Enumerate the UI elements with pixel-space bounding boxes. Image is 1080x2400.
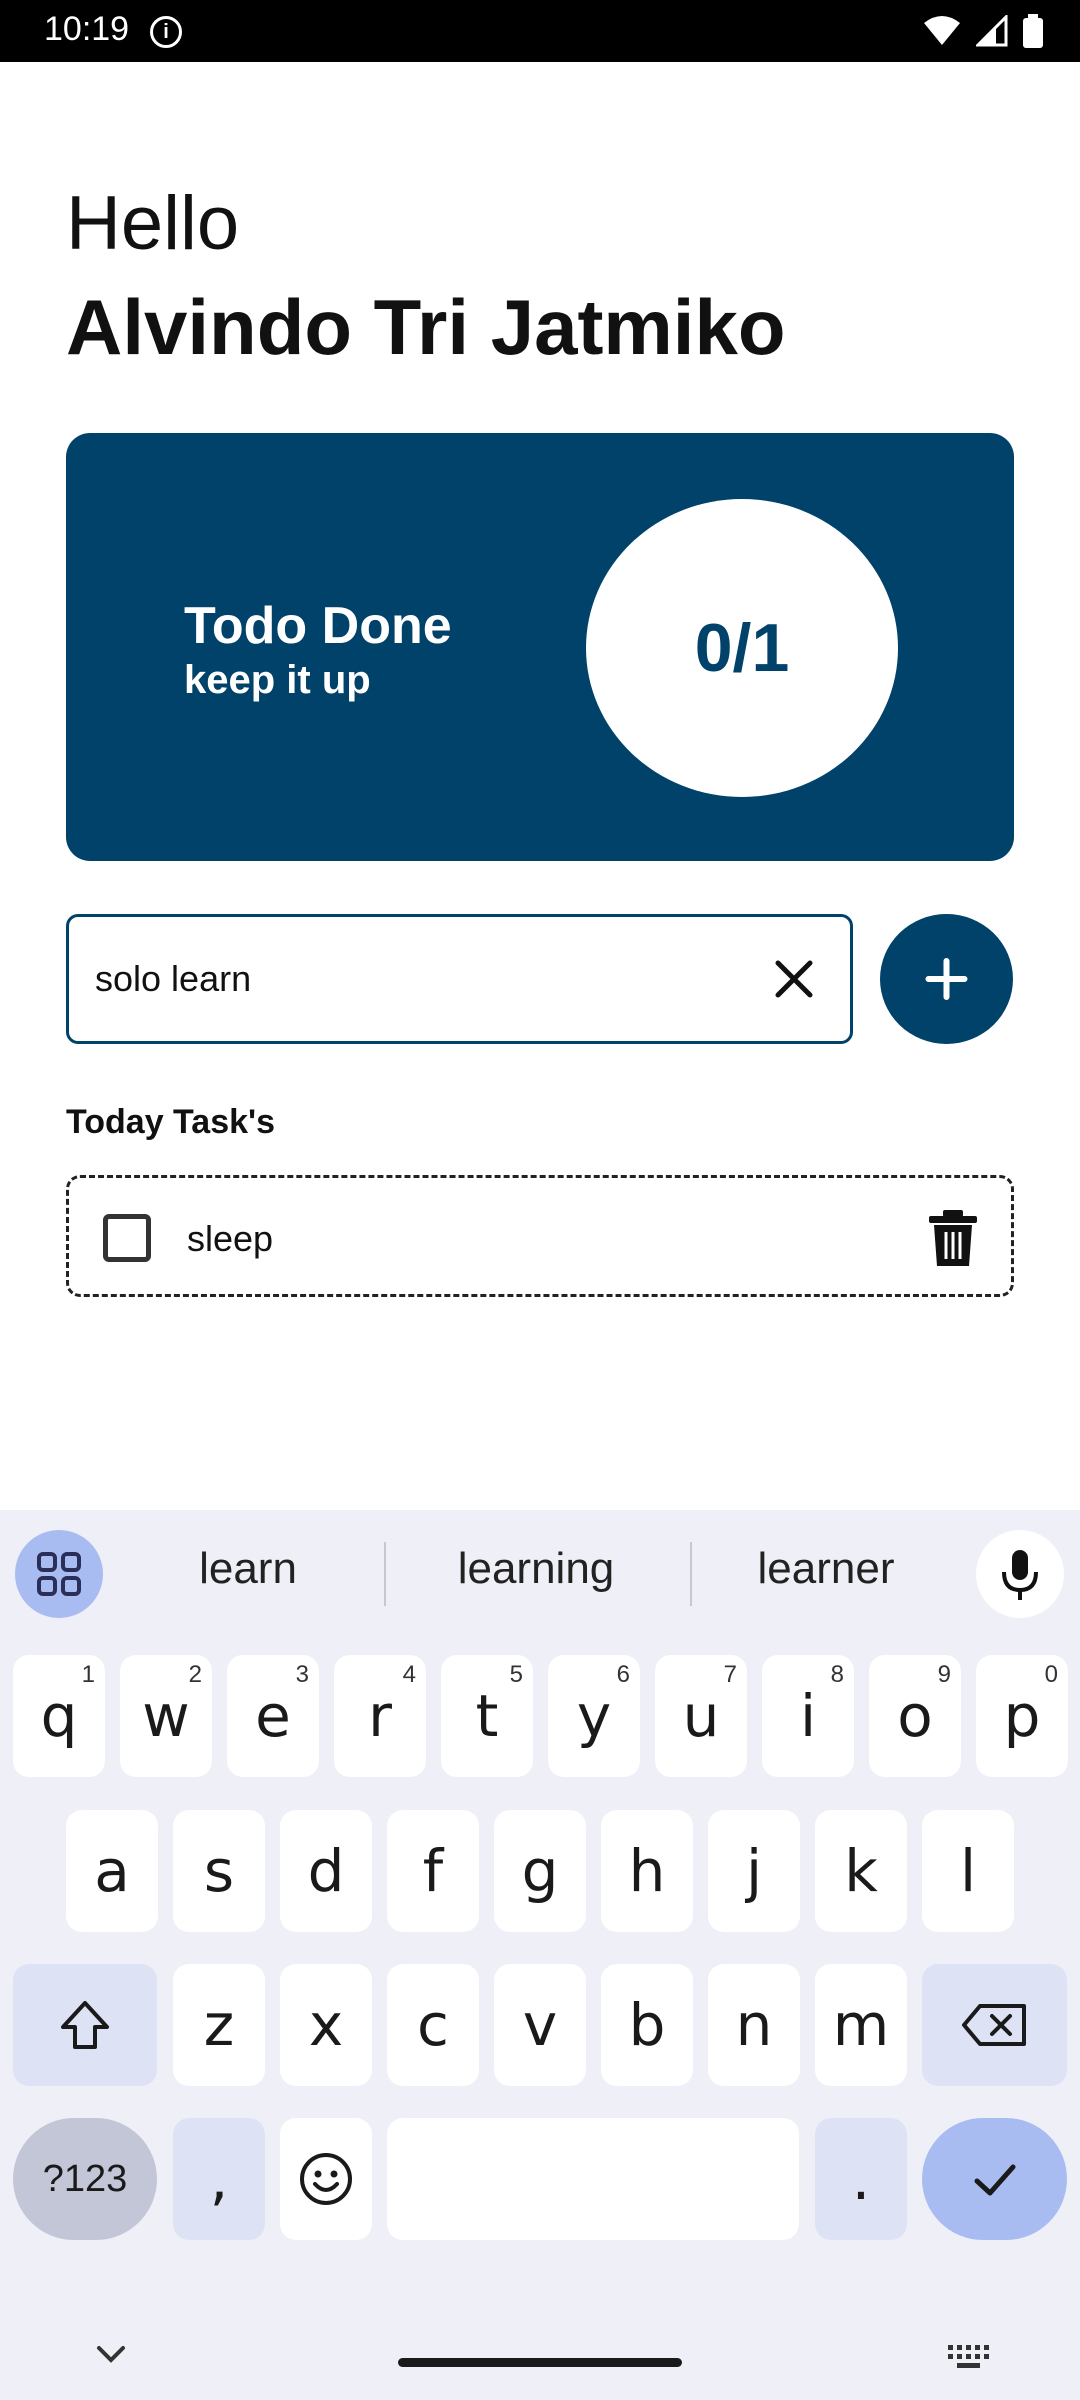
key-label: y bbox=[576, 1682, 612, 1750]
key-o[interactable]: o9 bbox=[869, 1655, 961, 1777]
symbols-key[interactable]: ?123 bbox=[13, 2118, 157, 2240]
emoji-key[interactable] bbox=[280, 2118, 372, 2240]
add-task-button[interactable] bbox=[880, 914, 1013, 1044]
summary-subtitle: keep it up bbox=[184, 658, 371, 702]
key-s[interactable]: s bbox=[173, 1810, 265, 1932]
progress-circle: 0/1 bbox=[586, 499, 898, 797]
key-label: u bbox=[682, 1682, 720, 1750]
key-z[interactable]: z bbox=[173, 1964, 265, 2086]
key-number: 1 bbox=[81, 1661, 95, 1688]
suggestion-1[interactable]: learn bbox=[108, 1544, 388, 1594]
key-a[interactable]: a bbox=[66, 1810, 158, 1932]
key-number: 7 bbox=[723, 1661, 737, 1688]
key-k[interactable]: k bbox=[815, 1810, 907, 1932]
key-label: i bbox=[799, 1682, 817, 1750]
soft-keyboard: learn learning learner q1 w2 e3 r4 t5 y6… bbox=[0, 1510, 1080, 2400]
suggestion-divider bbox=[384, 1542, 386, 1606]
key-l[interactable]: l bbox=[922, 1810, 1014, 1932]
home-indicator[interactable] bbox=[398, 2358, 682, 2367]
key-i[interactable]: i8 bbox=[762, 1655, 854, 1777]
screen: 10:19 i Hello Alvindo Tri Jatmiko Todo D… bbox=[0, 0, 1080, 2400]
microphone-icon bbox=[1002, 1550, 1038, 1600]
status-bar: 10:19 i bbox=[0, 0, 1080, 62]
status-time: 10:19 bbox=[44, 10, 130, 48]
wifi-icon bbox=[924, 16, 960, 45]
task-input[interactable] bbox=[95, 917, 755, 1041]
shift-key[interactable] bbox=[13, 1964, 157, 2086]
todo-summary-card: Todo Done keep it up 0/1 bbox=[66, 433, 1014, 861]
microphone-button[interactable] bbox=[976, 1530, 1064, 1618]
key-p[interactable]: p0 bbox=[976, 1655, 1068, 1777]
enter-key[interactable] bbox=[922, 2118, 1067, 2240]
backspace-icon bbox=[961, 2004, 1026, 2046]
key-label: e bbox=[255, 1682, 291, 1750]
key-number: 3 bbox=[295, 1661, 309, 1688]
key-label: o bbox=[897, 1682, 933, 1750]
summary-title: Todo Done bbox=[184, 597, 452, 655]
comma-key[interactable]: , bbox=[173, 2118, 265, 2240]
suggestion-bar: learn learning learner bbox=[0, 1510, 1080, 1630]
battery-icon bbox=[1023, 14, 1043, 48]
key-number: 5 bbox=[509, 1661, 523, 1688]
task-checkbox[interactable] bbox=[103, 1214, 151, 1262]
greeting-hello: Hello bbox=[66, 181, 240, 266]
key-f[interactable]: f bbox=[387, 1810, 479, 1932]
backspace-key[interactable] bbox=[922, 1964, 1067, 2086]
shift-icon bbox=[61, 2001, 109, 2049]
key-v[interactable]: v bbox=[494, 1964, 586, 2086]
key-e[interactable]: e3 bbox=[227, 1655, 319, 1777]
key-h[interactable]: h bbox=[601, 1810, 693, 1932]
key-number: 9 bbox=[937, 1661, 951, 1688]
chevron-down-icon[interactable] bbox=[94, 2342, 128, 2366]
task-input-container bbox=[66, 914, 853, 1044]
key-t[interactable]: t5 bbox=[441, 1655, 533, 1777]
key-u[interactable]: u7 bbox=[655, 1655, 747, 1777]
key-c[interactable]: c bbox=[387, 1964, 479, 2086]
trash-icon[interactable] bbox=[925, 1208, 981, 1268]
key-d[interactable]: d bbox=[280, 1810, 372, 1932]
task-label: sleep bbox=[187, 1218, 274, 1259]
key-m[interactable]: m bbox=[815, 1964, 907, 2086]
suggestion-3[interactable]: learner bbox=[686, 1544, 966, 1594]
key-number: 4 bbox=[402, 1661, 416, 1688]
key-j[interactable]: j bbox=[708, 1810, 800, 1932]
space-key[interactable] bbox=[387, 2118, 799, 2240]
key-label: p bbox=[1003, 1682, 1041, 1750]
key-b[interactable]: b bbox=[601, 1964, 693, 2086]
progress-count: 0/1 bbox=[694, 610, 790, 686]
keyboard-switch-icon[interactable] bbox=[946, 2342, 990, 2370]
key-q[interactable]: q1 bbox=[13, 1655, 105, 1777]
clear-icon[interactable] bbox=[768, 953, 820, 1005]
key-x[interactable]: x bbox=[280, 1964, 372, 2086]
key-label: r bbox=[368, 1682, 392, 1750]
info-icon: i bbox=[150, 16, 182, 48]
today-tasks-title: Today Task's bbox=[66, 1103, 276, 1141]
key-label: t bbox=[475, 1682, 499, 1750]
key-label: w bbox=[142, 1682, 190, 1750]
keyboard-menu-button[interactable] bbox=[15, 1530, 103, 1618]
key-number: 6 bbox=[616, 1661, 630, 1688]
key-w[interactable]: w2 bbox=[120, 1655, 212, 1777]
key-label: q bbox=[40, 1682, 78, 1750]
key-n[interactable]: n bbox=[708, 1964, 800, 2086]
signal-icon bbox=[976, 15, 1008, 47]
checkmark-icon bbox=[974, 2164, 1015, 2196]
emoji-icon bbox=[300, 2153, 352, 2205]
key-number: 0 bbox=[1044, 1661, 1058, 1688]
period-key[interactable]: . bbox=[815, 2118, 907, 2240]
key-r[interactable]: r4 bbox=[334, 1655, 426, 1777]
user-name: Alvindo Tri Jatmiko bbox=[66, 283, 786, 371]
key-y[interactable]: y6 bbox=[548, 1655, 640, 1777]
key-g[interactable]: g bbox=[494, 1810, 586, 1932]
key-number: 8 bbox=[830, 1661, 844, 1688]
task-item: sleep bbox=[66, 1175, 1014, 1297]
suggestion-2[interactable]: learning bbox=[396, 1544, 676, 1594]
plus-icon bbox=[925, 958, 968, 1000]
grid-icon bbox=[37, 1552, 81, 1596]
key-number: 2 bbox=[188, 1661, 202, 1688]
status-icons bbox=[922, 14, 1044, 48]
